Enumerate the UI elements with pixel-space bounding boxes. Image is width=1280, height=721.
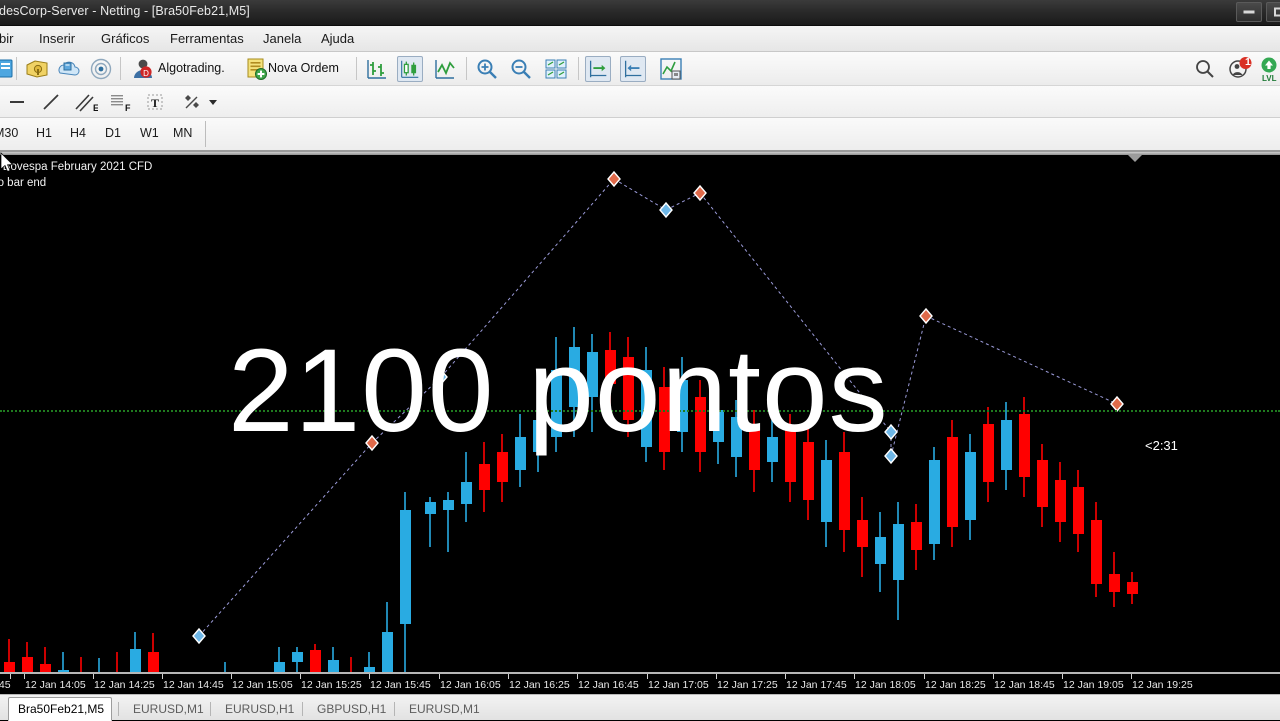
- level-label: LVL: [1262, 74, 1277, 83]
- time-axis-label: 12 Jan 16:45: [578, 679, 639, 691]
- bar-countdown-label: <2:31: [1145, 438, 1178, 453]
- zoom-in-icon[interactable]: [474, 56, 500, 82]
- profiles-icon[interactable]: [24, 56, 50, 82]
- overlay-annotation-text: 2100 pontos: [228, 325, 889, 457]
- new-order-icon[interactable]: [243, 56, 269, 82]
- time-axis-label: 12 Jan 17:05: [648, 679, 709, 691]
- svg-text:F: F: [125, 103, 131, 113]
- time-axis-label: 12 Jan 18:25: [925, 679, 986, 691]
- svg-text:D: D: [143, 69, 149, 78]
- time-axis-label: 12 Jan 15:05: [232, 679, 293, 691]
- new-chart-icon[interactable]: [0, 56, 17, 82]
- timeframe-d1[interactable]: D1: [105, 126, 121, 140]
- new-order-label[interactable]: Nova Ordem: [268, 61, 339, 75]
- time-axis: :45 12 Jan 14:05 12 Jan 14:25 12 Jan 14:45 1…: [0, 672, 1280, 694]
- timeframe-w1[interactable]: W1: [140, 126, 159, 140]
- fibonacci-icon[interactable]: F: [106, 89, 132, 115]
- timeframe-h4[interactable]: H4: [70, 126, 86, 140]
- svg-text:E: E: [93, 103, 98, 113]
- chart-tab-3[interactable]: GBPUSD,H1: [308, 698, 396, 720]
- tab-divider: [210, 702, 211, 716]
- time-axis-label: 12 Jan 15:25: [301, 679, 362, 691]
- line-chart-icon[interactable]: [432, 56, 458, 82]
- menu-item-graficos[interactable]: Gráficos: [96, 30, 154, 47]
- shift-end-icon[interactable]: [585, 56, 611, 82]
- auto-scroll-icon[interactable]: [620, 56, 646, 82]
- tile-windows-icon[interactable]: [543, 56, 569, 82]
- maximize-button[interactable]: [1266, 2, 1280, 22]
- menu-item-exibir[interactable]: bir: [0, 30, 18, 47]
- menu-item-janela[interactable]: Janela: [258, 30, 306, 47]
- window-titlebar: adesCorp-Server - Netting - [Bra50Feb21,…: [0, 0, 1280, 26]
- time-axis-label: 12 Jan 17:25: [717, 679, 778, 691]
- algotrading-label[interactable]: Algotrading.: [158, 61, 225, 75]
- notification-badge: 1: [1245, 56, 1251, 68]
- timeframe-separator: [205, 121, 206, 147]
- toolbar-separator: [578, 57, 579, 80]
- time-axis-label: :45: [0, 679, 11, 691]
- timeframe-m30[interactable]: M30: [0, 126, 18, 140]
- menu-bar: bir Inserir Gráficos Ferramentas Janela …: [0, 26, 1280, 52]
- time-axis-label: 12 Jan 18:45: [994, 679, 1055, 691]
- algotrading-icon[interactable]: D: [130, 56, 156, 82]
- time-axis-label: 12 Jan 14:45: [163, 679, 224, 691]
- tab-divider: [118, 702, 119, 716]
- maximize-icon: [1274, 7, 1280, 17]
- chart-tab-0[interactable]: Bra50Feb21,M5: [8, 697, 112, 721]
- minimize-icon: [1243, 10, 1255, 14]
- menu-item-inserir[interactable]: Inserir: [34, 30, 80, 47]
- chart-template-icon[interactable]: [658, 56, 684, 82]
- time-axis-label: 12 Jan 16:05: [440, 679, 501, 691]
- text-label-icon[interactable]: T: [142, 89, 168, 115]
- time-axis-label: 12 Jan 19:25: [1132, 679, 1193, 691]
- candlestick-chart-icon[interactable]: [397, 56, 423, 82]
- cursor-line-icon[interactable]: [4, 89, 30, 115]
- dropdown-arrow-icon[interactable]: [200, 89, 226, 115]
- time-axis-label: 12 Jan 14:25: [94, 679, 155, 691]
- chart-tab-4[interactable]: EURUSD,M1: [400, 698, 486, 720]
- time-axis-label: 12 Jan 16:25: [509, 679, 570, 691]
- toolbar-separator: [120, 57, 121, 80]
- chart-tab-bar: Bra50Feb21,M5 EURUSD,M1 EURUSD,H1 GBPUSD,H1…: [0, 694, 1280, 721]
- zoom-out-icon[interactable]: [508, 56, 534, 82]
- timeframe-bar: M30 H1 H4 D1 W1 MN: [0, 118, 1280, 152]
- minimize-button[interactable]: [1236, 2, 1262, 22]
- time-axis-label: 12 Jan 19:05: [1063, 679, 1124, 691]
- chart-tab-1[interactable]: EURUSD,M1: [124, 698, 210, 720]
- data-window-icon[interactable]: [88, 56, 114, 82]
- time-axis-label: 12 Jan 17:45: [786, 679, 847, 691]
- bar-chart-icon[interactable]: [364, 56, 390, 82]
- timeframe-mn[interactable]: MN: [173, 126, 192, 140]
- drawing-toolbar: E F T: [0, 86, 1280, 118]
- svg-text:T: T: [151, 96, 159, 110]
- toolbar-separator: [356, 57, 357, 80]
- toolbar-separator: [16, 57, 17, 80]
- menu-item-ferramentas[interactable]: Ferramentas: [165, 30, 249, 47]
- main-toolbar: D Algotrading. Nova Ordem 1 LVL: [0, 52, 1280, 86]
- chart-tab-2[interactable]: EURUSD,H1: [216, 698, 302, 720]
- trendline-icon[interactable]: [38, 89, 64, 115]
- time-axis-label: 12 Jan 18:05: [855, 679, 916, 691]
- toolbar-separator: [466, 57, 467, 80]
- chart-canvas[interactable]: 5: Bovespa February 2021 CFD t to bar en…: [0, 152, 1280, 672]
- market-watch-icon[interactable]: [56, 56, 82, 82]
- time-axis-label: 12 Jan 15:45: [370, 679, 431, 691]
- mouse-cursor-icon: [0, 152, 14, 172]
- menu-item-ajuda[interactable]: Ajuda: [316, 30, 359, 47]
- timeframe-h1[interactable]: H1: [36, 126, 52, 140]
- window-title: adesCorp-Server - Netting - [Bra50Feb21,…: [0, 4, 250, 18]
- tab-divider: [302, 702, 303, 716]
- channel-icon[interactable]: E: [72, 89, 99, 115]
- time-axis-label: 12 Jan 14:05: [25, 679, 86, 691]
- search-icon[interactable]: [1192, 56, 1218, 82]
